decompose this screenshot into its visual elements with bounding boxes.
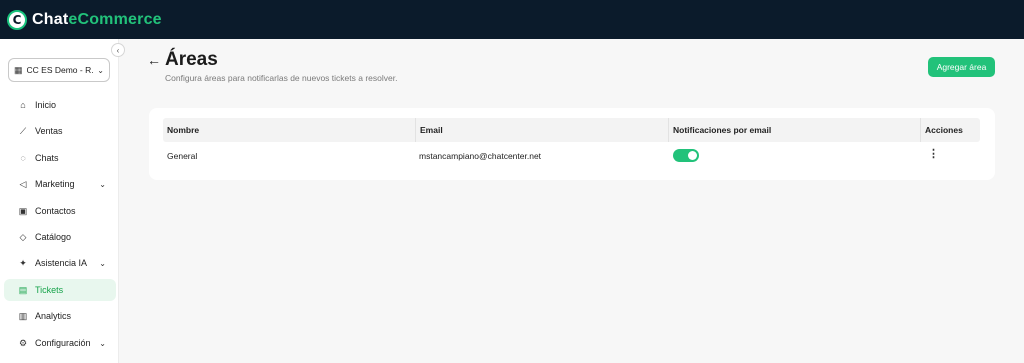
chevron-down-icon: ⌄ bbox=[99, 338, 106, 348]
sidebar-item-label: Catálogo bbox=[35, 232, 72, 242]
sidebar-item-label: Analytics bbox=[35, 311, 72, 321]
sidebar-item-label: Ventas bbox=[35, 126, 63, 136]
cell-nombre: General bbox=[167, 151, 198, 161]
sidebar-item-label: Marketing bbox=[35, 179, 75, 189]
page-subtitle: Configura áreas para notificarlas de nue… bbox=[165, 73, 398, 83]
brand-name-part2: eCommerce bbox=[68, 10, 162, 28]
sidebar-item-configuración[interactable]: ⚙ Configuración ⌄ bbox=[4, 332, 116, 354]
home-icon: ⌂ bbox=[20, 100, 26, 110]
sidebar-item-inicio[interactable]: ⌂ Inicio bbox=[4, 94, 116, 116]
gear-icon: ⚙ bbox=[18, 337, 28, 348]
toggle-knob bbox=[688, 151, 697, 160]
contact-card-icon: ▣ bbox=[18, 205, 28, 216]
column-header-acciones: Acciones bbox=[920, 118, 980, 142]
chevron-left-icon: ‹ bbox=[116, 45, 120, 55]
store-icon: ▦ bbox=[14, 64, 23, 75]
sidebar-item-asistencia-ia[interactable]: ✦ Asistencia IA ⌄ bbox=[4, 252, 116, 274]
logo-icon: C bbox=[7, 9, 27, 30]
add-area-button[interactable]: Agregar área bbox=[928, 57, 995, 77]
sidebar-item-contactos[interactable]: ▣ Contactos bbox=[4, 200, 116, 222]
page-title: Áreas bbox=[165, 49, 218, 70]
chevron-down-icon: ⌄ bbox=[99, 258, 106, 268]
top-bar: C ChateCommerce bbox=[0, 0, 1024, 39]
sidebar-item-analytics[interactable]: ▥ Analytics bbox=[4, 305, 116, 327]
sidebar-item-label: Tickets bbox=[35, 285, 64, 295]
sidebar-item-label: Asistencia IA bbox=[35, 258, 88, 268]
sidebar-item-label: Chats bbox=[35, 153, 59, 163]
brand-name: ChateCommerce bbox=[32, 11, 162, 29]
notifications-toggle[interactable] bbox=[673, 149, 699, 162]
store-select-value: CC ES Demo - R... bbox=[26, 65, 95, 75]
bar-chart-icon: ▥ bbox=[18, 310, 28, 321]
brand-name-part1: Chat bbox=[32, 10, 69, 28]
chart-line-icon: ⟋ bbox=[19, 125, 27, 136]
megaphone-icon: ◁ bbox=[19, 178, 27, 189]
more-vertical-icon[interactable]: ⋮ bbox=[928, 147, 939, 160]
sidebar-item-label: Contactos bbox=[35, 206, 76, 216]
cell-email: mstancampiano@chatcenter.net bbox=[419, 151, 542, 161]
column-header-nombre: Nombre bbox=[167, 125, 200, 135]
sidebar-item-chats[interactable]: ◌ Chats bbox=[4, 147, 116, 169]
sidebar-item-tickets[interactable]: ▤ Tickets bbox=[4, 279, 116, 301]
table-header: Nombre Email Notificaciones por email Ac… bbox=[163, 118, 980, 142]
back-arrow-icon[interactable]: ← bbox=[147, 52, 161, 68]
store-select[interactable]: ▦ CC ES Demo - R... ⌄ bbox=[8, 58, 110, 82]
sidebar-item-ventas[interactable]: ⟋ Ventas bbox=[4, 120, 116, 142]
tag-icon: ◇ bbox=[19, 231, 27, 242]
ticket-icon: ▤ bbox=[18, 284, 28, 295]
areas-table-card: Nombre Email Notificaciones por email Ac… bbox=[149, 108, 995, 180]
sidebar-item-label: Inicio bbox=[35, 100, 57, 110]
sparkle-icon: ✦ bbox=[19, 257, 27, 268]
chevron-down-icon: ⌄ bbox=[99, 179, 106, 189]
sidebar-item-marketing[interactable]: ◁ Marketing ⌄ bbox=[4, 173, 116, 195]
sidebar-item-label: Configuración bbox=[35, 338, 91, 348]
sidebar-item-catálogo[interactable]: ◇ Catálogo bbox=[4, 226, 116, 248]
chat-bubble-icon: ◌ bbox=[20, 153, 26, 163]
column-header-email: Email bbox=[415, 118, 668, 142]
sidebar-collapse-button[interactable]: ‹ bbox=[111, 43, 125, 57]
chevron-down-icon: ⌄ bbox=[97, 65, 104, 75]
column-header-notificaciones: Notificaciones por email bbox=[668, 118, 920, 142]
